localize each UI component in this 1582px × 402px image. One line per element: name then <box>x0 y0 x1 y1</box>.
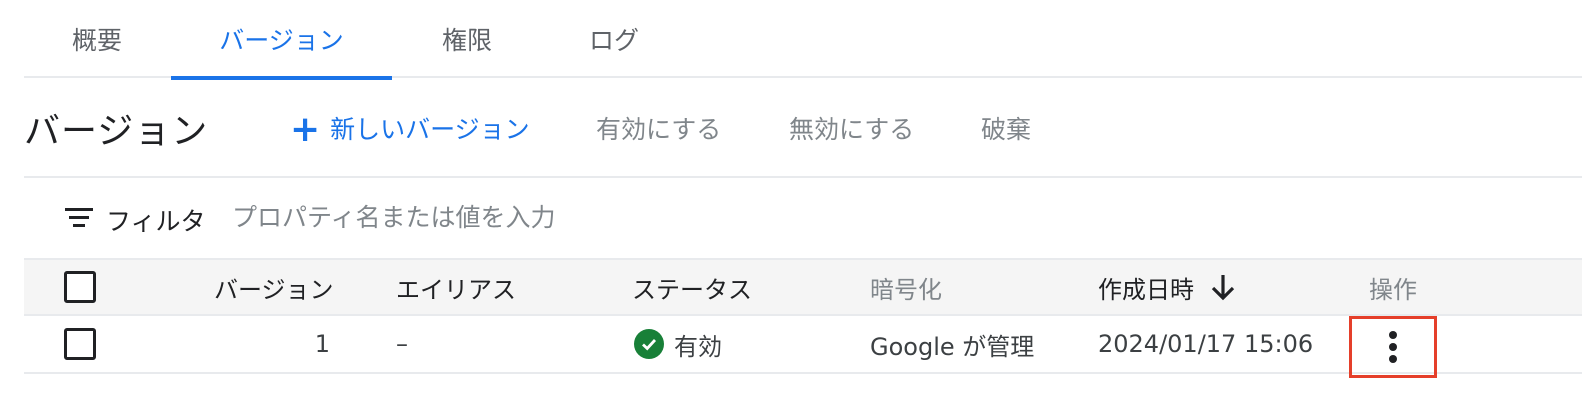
new-version-label: 新しいバージョン <box>330 115 530 144</box>
column-header-created[interactable]: 作成日時 <box>1098 260 1236 314</box>
status-cell: 有効 <box>634 316 722 372</box>
column-header-actions: 操作 <box>1369 275 1417 304</box>
filter-bar: フィルタ <box>24 180 1582 256</box>
filter-label[interactable]: フィルタ <box>106 202 206 238</box>
created-cell: 2024/01/17 15:06 <box>1098 330 1314 358</box>
table-header: バージョン エイリアス ステータス 暗号化 作成日時 操作 <box>24 258 1582 316</box>
version-cell[interactable]: 1 <box>214 316 330 372</box>
enable-button[interactable]: 有効にする <box>596 110 721 146</box>
filter-input[interactable] <box>232 198 932 236</box>
tab-overview[interactable]: 概要 <box>44 0 150 78</box>
column-header-version[interactable]: バージョン <box>214 260 334 314</box>
versions-toolbar: バージョン + 新しいバージョン 有効にする 無効にする 破棄 <box>24 80 1582 178</box>
status-label: 有効 <box>674 332 722 361</box>
encryption-cell: Google が管理 <box>870 332 1035 361</box>
alias-cell: – <box>396 330 408 358</box>
tab-logs[interactable]: ログ <box>564 0 664 78</box>
row-checkbox[interactable] <box>64 328 96 360</box>
select-all-cell <box>64 260 96 314</box>
column-header-status[interactable]: ステータス <box>632 260 752 314</box>
tab-overview-label: 概要 <box>71 26 122 55</box>
column-header-encryption: 暗号化 <box>870 275 942 304</box>
disable-button[interactable]: 無効にする <box>789 110 914 146</box>
column-header-created-label: 作成日時 <box>1098 275 1194 304</box>
new-version-button[interactable]: + 新しいバージョン <box>290 109 530 150</box>
row-actions-highlight <box>1349 316 1437 378</box>
tab-versions-label: バージョン <box>219 26 344 55</box>
plus-icon: + <box>290 109 321 150</box>
tab-permissions-label: 権限 <box>441 26 492 55</box>
versions-table: バージョン エイリアス ステータス 暗号化 作成日時 操作 1 – 有効 Goo… <box>24 258 1582 378</box>
more-vert-icon[interactable] <box>1389 331 1397 363</box>
arrow-down-icon[interactable] <box>1210 273 1236 301</box>
select-all-checkbox[interactable] <box>64 271 96 303</box>
tab-logs-label: ログ <box>588 26 639 55</box>
column-header-alias[interactable]: エイリアス <box>396 260 516 314</box>
tab-permissions[interactable]: 権限 <box>414 0 520 78</box>
tab-bar: 概要 バージョン 権限 ログ <box>24 0 1582 80</box>
page-title: バージョン <box>24 111 209 152</box>
check-circle-icon <box>634 329 664 359</box>
table-row[interactable]: 1 – 有効 Google が管理 2024/01/17 15:06 <box>24 316 1582 378</box>
tab-versions[interactable]: バージョン <box>171 0 392 80</box>
destroy-button[interactable]: 破棄 <box>981 110 1031 146</box>
filter-list-icon[interactable] <box>64 208 94 230</box>
row-select-cell <box>64 316 96 372</box>
